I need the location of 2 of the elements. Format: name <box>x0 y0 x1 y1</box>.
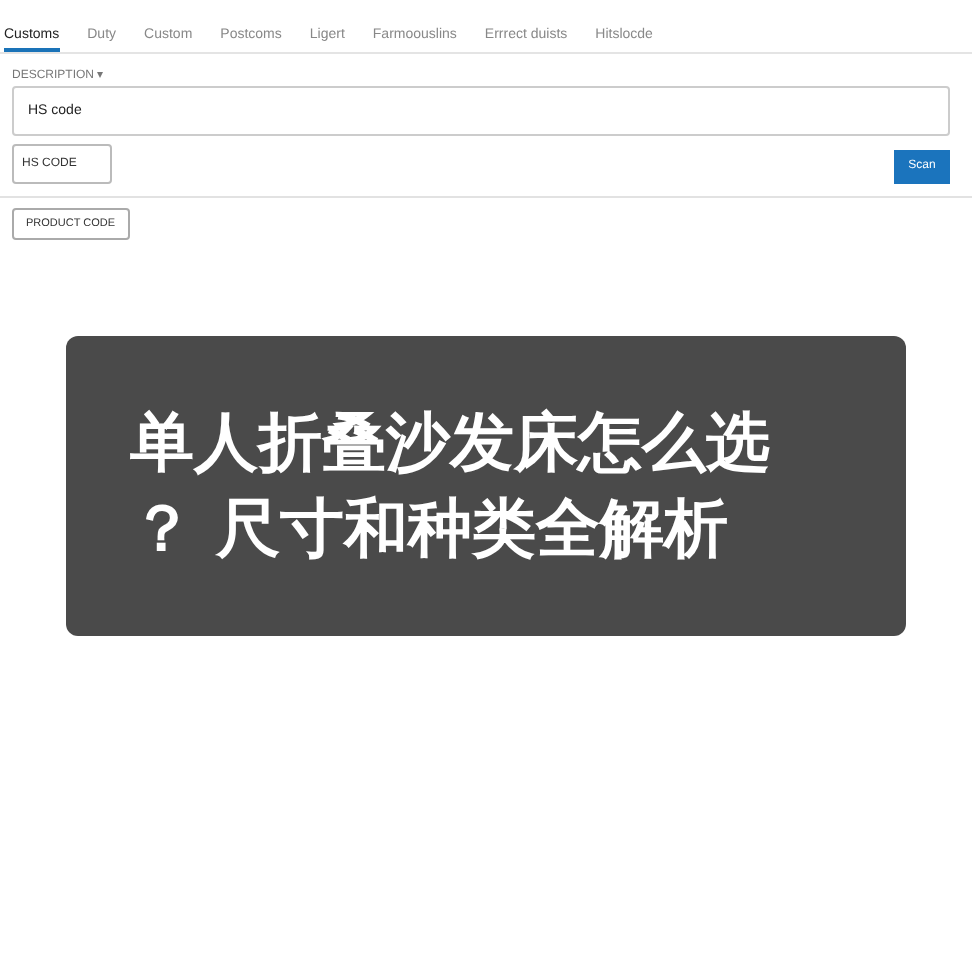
caption-text: 单人折叠沙发床怎么选 <box>130 407 772 478</box>
caption-text: ？ 尺寸和种类全解析 <box>130 494 731 565</box>
